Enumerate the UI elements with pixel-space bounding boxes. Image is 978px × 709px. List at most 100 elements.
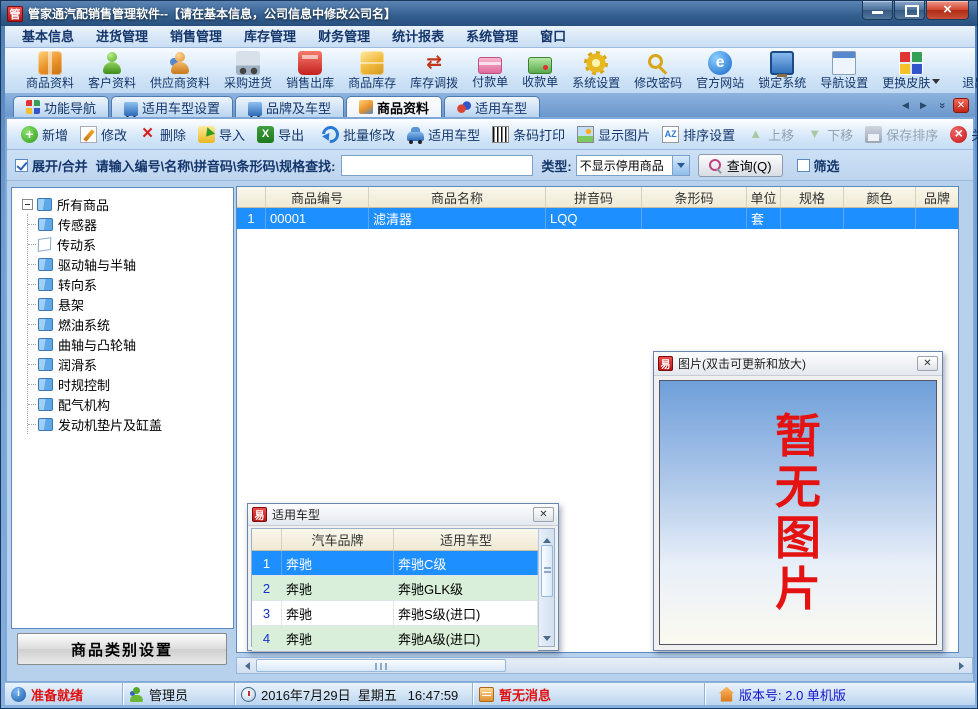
vehicle-popup-titlebar[interactable]: 易 适用车型 ✕: [248, 504, 558, 526]
toolbar-skin[interactable]: 更换皮肤: [875, 49, 947, 92]
close-tab-button[interactable]: 关闭: [944, 125, 978, 144]
minimize-button[interactable]: [862, 1, 893, 20]
menu-window[interactable]: 窗口: [529, 26, 577, 47]
toolbar-lock[interactable]: 锁定系统: [751, 49, 813, 92]
tree-item-crankshaft[interactable]: 曲轴与凸轮轴: [38, 334, 233, 354]
col-car-brand[interactable]: 汽车品牌: [282, 529, 394, 550]
col-spec[interactable]: 规格: [781, 187, 844, 207]
vehicle-row[interactable]: 2 奔驰 奔驰GLK级: [252, 576, 538, 601]
expand-collapse-checkbox[interactable]: [15, 159, 28, 172]
tree-root-all-goods[interactable]: 所有商品: [22, 194, 233, 214]
add-button[interactable]: 新增: [15, 125, 74, 144]
vehicle-row[interactable]: 3 奔驰 奔驰S级(进口): [252, 601, 538, 626]
col-brand[interactable]: 品牌: [916, 187, 958, 207]
toolbar-nav-settings[interactable]: 导航设置: [813, 49, 875, 92]
tab-function-nav[interactable]: 功能导航: [13, 96, 109, 117]
vehicle-row[interactable]: 4 奔驰 奔驰A级(进口): [252, 626, 538, 651]
tab-scroll-right-button[interactable]: ▶: [916, 98, 931, 113]
tab-applicable-models[interactable]: 适用车型: [444, 96, 540, 117]
scrollbar-thumb[interactable]: [256, 659, 506, 672]
menu-purchase-mgmt[interactable]: 进货管理: [85, 26, 159, 47]
toolbar-purchase-in[interactable]: 采购进货: [217, 49, 279, 92]
toolbar-suppliers[interactable]: 供应商资料: [143, 49, 217, 92]
sort-settings-button[interactable]: 排序设置: [656, 125, 741, 144]
query-button[interactable]: 查询(Q): [698, 154, 783, 177]
delete-button[interactable]: 删除: [133, 125, 192, 144]
toolbar-password[interactable]: 修改密码: [627, 49, 689, 92]
col-pinyin[interactable]: 拼音码: [546, 187, 642, 207]
move-up-button[interactable]: 上移: [741, 125, 800, 144]
toolbar-stock[interactable]: 商品库存: [341, 49, 403, 92]
toolbar-customers[interactable]: 客户资料: [81, 49, 143, 92]
col-unit[interactable]: 单位: [747, 187, 781, 207]
toolbar-transfer[interactable]: 库存调拨: [403, 49, 465, 92]
vehicle-popup-close-button[interactable]: ✕: [533, 507, 554, 522]
tree-item-lubrication[interactable]: 润滑系: [38, 354, 233, 374]
toolbar-goods[interactable]: 商品资料: [19, 49, 81, 92]
tree-item-suspension[interactable]: 悬架: [38, 294, 233, 314]
type-dropdown[interactable]: 不显示停用商品: [576, 155, 690, 176]
tree-item-engine-gasket[interactable]: 发动机垫片及缸盖: [38, 414, 233, 434]
menu-basic-info[interactable]: 基本信息: [11, 26, 85, 47]
col-row-number[interactable]: [237, 187, 266, 207]
table-row-selected[interactable]: 1 00001 滤清器 LQQ 套: [237, 208, 958, 229]
vehicle-vertical-scrollbar[interactable]: [538, 529, 554, 646]
menu-inventory-mgmt[interactable]: 库存管理: [233, 26, 307, 47]
tree-item-steering[interactable]: 转向系: [38, 274, 233, 294]
maximize-button[interactable]: [894, 1, 925, 20]
window-titlebar[interactable]: 管 管家通汽配销售管理软件--【请在基本信息，公司信息中修改公司名】: [1, 1, 977, 26]
menu-system-mgmt[interactable]: 系统管理: [455, 26, 529, 47]
tab-vehicle-model-settings[interactable]: 适用车型设置: [111, 96, 233, 117]
tree-item-sensor[interactable]: 传感器: [38, 214, 233, 234]
tree-item-fuel-system[interactable]: 燃油系统: [38, 314, 233, 334]
category-settings-button[interactable]: 商品类别设置: [17, 633, 227, 665]
toolbar-settings[interactable]: 系统设置: [565, 49, 627, 92]
image-popup-titlebar[interactable]: 易 图片(双击可更新和放大) ✕: [654, 352, 942, 376]
move-down-button[interactable]: 下移: [800, 125, 859, 144]
col-applicable-model[interactable]: 适用车型: [394, 529, 538, 550]
show-image-button[interactable]: 显示图片: [571, 125, 656, 144]
scroll-up-arrow-icon[interactable]: [540, 529, 554, 543]
scroll-right-arrow-icon[interactable]: [956, 658, 972, 673]
import-button[interactable]: 导入: [192, 125, 251, 144]
search-input[interactable]: [341, 155, 533, 176]
tab-list-button[interactable]: »: [934, 98, 949, 113]
filter-checkbox[interactable]: [797, 159, 810, 172]
col-goods-code[interactable]: 商品编号: [266, 187, 369, 207]
tab-goods-data[interactable]: 商品资料: [346, 96, 442, 117]
collapse-minus-icon[interactable]: [22, 199, 33, 210]
tree-item-transmission[interactable]: 传动系: [38, 234, 233, 254]
image-preview-area[interactable]: 暂无图片: [659, 380, 937, 645]
edit-button[interactable]: 修改: [74, 125, 133, 144]
col-goods-name[interactable]: 商品名称: [369, 187, 546, 207]
tab-brand-and-model[interactable]: 品牌及车型: [235, 96, 344, 117]
scroll-left-arrow-icon[interactable]: [237, 658, 253, 673]
close-button[interactable]: [926, 1, 969, 20]
barcode-print-button[interactable]: 条码打印: [486, 125, 571, 144]
scrollbar-thumb[interactable]: [541, 545, 553, 597]
menu-finance-mgmt[interactable]: 财务管理: [307, 26, 381, 47]
tree-item-valve-train[interactable]: 配气机构: [38, 394, 233, 414]
tree-item-timing-control[interactable]: 时规控制: [38, 374, 233, 394]
tab-close-button[interactable]: ✕: [953, 98, 969, 113]
image-popup-close-button[interactable]: ✕: [917, 356, 938, 371]
save-sort-button[interactable]: 保存排序: [859, 125, 944, 144]
export-button[interactable]: 导出: [251, 125, 310, 144]
applicable-model-button[interactable]: 适用车型: [401, 125, 486, 144]
tab-scroll-left-button[interactable]: ◀: [898, 98, 913, 113]
toolbar-receipt[interactable]: 收款单: [515, 51, 565, 91]
vehicle-row[interactable]: 1 奔驰 奔驰C级: [252, 551, 538, 576]
tree-item-drive-axle[interactable]: 驱动轴与半轴: [38, 254, 233, 274]
scroll-down-arrow-icon[interactable]: [540, 632, 554, 646]
horizontal-scrollbar[interactable]: [236, 657, 973, 674]
toolbar-website[interactable]: 官方网站: [689, 49, 751, 92]
col-barcode[interactable]: 条形码: [642, 187, 747, 207]
toolbar-payment[interactable]: 付款单: [465, 51, 515, 91]
toolbar-exit[interactable]: 退出系统: [955, 49, 978, 92]
batch-edit-button[interactable]: 批量修改: [316, 125, 401, 144]
toolbar-sales-out[interactable]: 销售出库: [279, 49, 341, 92]
col-color[interactable]: 颜色: [844, 187, 916, 207]
menu-sales-mgmt[interactable]: 销售管理: [159, 26, 233, 47]
status-bar: 准备就绪 管理员 2016年7月29日 星期五 16:47:59 暂无消息 版本…: [5, 682, 975, 705]
menu-reports[interactable]: 统计报表: [381, 26, 455, 47]
